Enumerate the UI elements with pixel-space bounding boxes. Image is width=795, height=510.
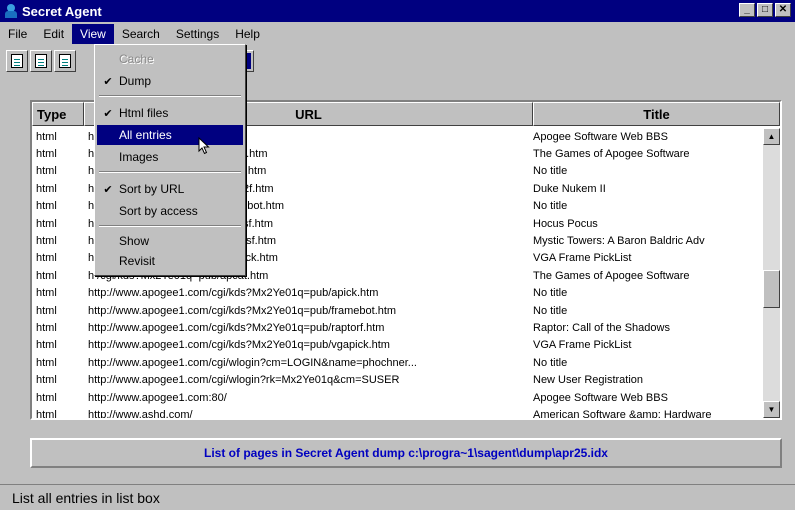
row-type-cell: html — [36, 130, 57, 143]
row-url-cell: http://www.ashd.com/ — [88, 408, 193, 420]
dump-caption: List of pages in Secret Agent dump c:\pr… — [30, 438, 782, 468]
row-type-cell: html — [36, 339, 57, 352]
row-type-cell: html — [36, 182, 57, 195]
row-type-cell: html — [36, 374, 57, 387]
view-menu-html-files[interactable]: ✔ Html files — [97, 103, 243, 123]
view-menu-all-entries[interactable]: All entries — [97, 125, 243, 145]
row-title-cell: No title — [533, 304, 568, 317]
row-type-cell: html — [36, 321, 57, 334]
toolbar-button-2[interactable] — [30, 50, 52, 72]
scroll-thumb[interactable] — [763, 270, 780, 308]
row-title-cell: American Software &amp; Hardware — [533, 408, 712, 420]
row-title-cell: New User Registration — [533, 374, 644, 387]
menu-bar: File Edit View Search Settings Help — [0, 24, 268, 44]
check-icon: ✔ — [103, 183, 113, 196]
row-url-cell: http://www.apogee1.com/cgi/kds?Mx2Ye01q=… — [88, 339, 390, 352]
row-url-cell: http://www.apogee1.com/cgi/kds?Mx2Ye01q=… — [88, 304, 397, 317]
table-row[interactable]: html http://www.apogee1.com/cgi/kds?Mx2Ye… — [32, 337, 762, 354]
scroll-up-arrow-icon[interactable]: ▲ — [763, 128, 780, 145]
view-menu-dropdown: Cache ✔ Dump ✔ Html files All entries Imag… — [94, 44, 246, 276]
document-icon — [11, 54, 23, 68]
view-menu-sort-by-url[interactable]: ✔ Sort by URL — [97, 179, 243, 199]
document-icon — [35, 54, 47, 68]
view-menu-cache[interactable]: Cache — [97, 49, 243, 69]
menu-file[interactable]: File — [0, 24, 35, 44]
row-type-cell: html — [36, 148, 57, 161]
secret-agent-app-icon — [4, 4, 18, 18]
maximize-button[interactable]: □ — [757, 3, 773, 17]
menu-search[interactable]: Search — [114, 24, 168, 44]
row-title-cell: VGA Frame PickList — [533, 339, 632, 352]
view-menu-revisit[interactable]: Revisit — [97, 251, 243, 271]
row-title-cell: No title — [533, 287, 568, 300]
row-title-cell: Mystic Towers: A Baron Baldric Adv — [533, 235, 705, 248]
row-type-cell: html — [36, 408, 57, 420]
row-title-cell: Apogee Software Web BBS — [533, 391, 668, 404]
window-title: Secret Agent — [22, 3, 102, 19]
row-title-cell: Hocus Pocus — [533, 217, 598, 230]
row-type-cell: html — [36, 287, 57, 300]
row-type-cell: html — [36, 391, 57, 404]
row-type-cell: html — [36, 235, 57, 248]
table-row[interactable]: html http://www.apogee1.com/cgi/wlogin?rk… — [32, 371, 762, 388]
row-title-cell: No title — [533, 200, 568, 213]
title-bar: Secret Agent _ □ ✕ — [0, 0, 795, 22]
window-controls: _ □ ✕ — [739, 3, 791, 17]
row-url-cell: http://www.apogee1.com/cgi/kds?Mx2Ye01q=… — [88, 287, 379, 300]
table-row[interactable]: html http://www.ashd.com/American Softwar… — [32, 406, 762, 420]
document-icon — [59, 54, 71, 68]
table-row[interactable]: html http://www.apogee1.com/cgi/kds?Mx2Ye… — [32, 319, 762, 336]
menu-settings[interactable]: Settings — [168, 24, 227, 44]
menu-separator — [99, 171, 241, 173]
menu-separator — [99, 225, 241, 227]
table-row[interactable]: html http://www.apogee1.com/cgi/wlogin?cm… — [32, 354, 762, 371]
row-url-cell: http://www.apogee1.com/cgi/kds?Mx2Ye01q=… — [88, 321, 385, 334]
status-bar: List all entries in list box — [0, 484, 795, 510]
menu-help[interactable]: Help — [227, 24, 268, 44]
column-header-type[interactable]: Type — [32, 102, 84, 126]
row-url-cell: http://www.apogee1.com/cgi/wlogin?cm=LOG… — [88, 356, 417, 369]
row-title-cell: No title — [533, 356, 568, 369]
view-menu-show[interactable]: Show — [97, 231, 243, 251]
row-type-cell: html — [36, 356, 57, 369]
vertical-scrollbar[interactable]: ▲ ▼ — [763, 128, 780, 418]
scroll-down-arrow-icon[interactable]: ▼ — [763, 401, 780, 418]
mouse-cursor-icon — [198, 137, 210, 155]
row-title-cell: The Games of Apogee Software — [533, 148, 690, 161]
view-menu-images[interactable]: Images — [97, 147, 243, 167]
table-row[interactable]: html http://www.apogee1.com/cgi/kds?Mx2Ye… — [32, 302, 762, 319]
row-title-cell: No title — [533, 165, 568, 178]
row-type-cell: html — [36, 269, 57, 282]
row-type-cell: html — [36, 304, 57, 317]
table-row[interactable]: html http://www.apogee1.com:80/Apogee Sof… — [32, 389, 762, 406]
view-menu-dump[interactable]: ✔ Dump — [97, 71, 243, 91]
table-row[interactable]: html http://www.apogee1.com/cgi/kds?Mx2Ye… — [32, 285, 762, 302]
row-title-cell: Apogee Software Web BBS — [533, 130, 668, 143]
minimize-button[interactable]: _ — [739, 3, 755, 17]
toolbar-button-3[interactable] — [54, 50, 76, 72]
menu-view[interactable]: View — [72, 24, 114, 44]
toolbar-button-1[interactable] — [6, 50, 28, 72]
row-type-cell: html — [36, 165, 57, 178]
close-button[interactable]: ✕ — [775, 3, 791, 17]
menu-edit[interactable]: Edit — [35, 24, 72, 44]
check-icon: ✔ — [103, 75, 113, 88]
row-type-cell: html — [36, 200, 57, 213]
row-url-cell: http://www.apogee1.com/cgi/wlogin?rk=Mx2… — [88, 374, 400, 387]
row-type-cell: html — [36, 252, 57, 265]
row-url-cell: http://www.apogee1.com:80/ — [88, 391, 227, 404]
row-type-cell: html — [36, 217, 57, 230]
row-title-cell: Raptor: Call of the Shadows — [533, 321, 670, 334]
view-menu-sort-by-access[interactable]: Sort by access — [97, 201, 243, 221]
menu-separator — [99, 95, 241, 97]
row-title-cell: Duke Nukem II — [533, 182, 606, 195]
column-header-title[interactable]: Title — [533, 102, 780, 126]
row-title-cell: VGA Frame PickList — [533, 252, 632, 265]
check-icon: ✔ — [103, 107, 113, 120]
row-title-cell: The Games of Apogee Software — [533, 269, 690, 282]
